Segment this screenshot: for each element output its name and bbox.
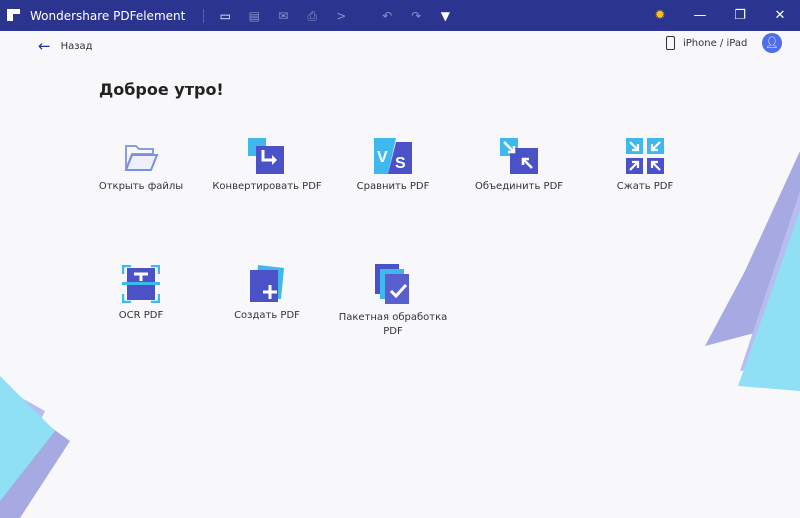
- tool-ocr[interactable]: OCR PDF: [78, 265, 204, 321]
- app-title: Wondershare PDFelement: [30, 8, 186, 23]
- tool-label: Конвертировать PDF: [212, 181, 322, 192]
- undo-icon[interactable]: ↶: [379, 8, 395, 24]
- close-button[interactable]: ✕: [760, 8, 800, 23]
- title-bar: Wondershare PDFelement ▭ ▤ ✉ ⎙ > ↶ ↷ ▼ ✹…: [0, 0, 800, 31]
- tool-compare[interactable]: VS Сравнить PDF: [330, 138, 456, 192]
- tool-label: Сжать PDF: [616, 181, 674, 192]
- print-icon[interactable]: ⎙: [304, 8, 320, 24]
- tool-open-files[interactable]: Открыть файлы: [78, 142, 204, 192]
- tool-label: Создать PDF: [234, 310, 300, 321]
- phone-icon: [666, 36, 675, 50]
- minimize-button[interactable]: —: [680, 8, 720, 23]
- tool-create[interactable]: Создать PDF: [204, 265, 330, 321]
- tool-compress[interactable]: Сжать PDF: [582, 138, 708, 192]
- theme-sun-icon[interactable]: ✹: [640, 8, 680, 23]
- ocr-icon: [122, 265, 160, 303]
- batch-icon: [375, 264, 409, 304]
- save-icon[interactable]: ▤: [246, 8, 262, 24]
- share-icon[interactable]: >: [333, 8, 349, 24]
- tool-label: Объединить PDF: [474, 181, 564, 192]
- svg-text:V: V: [377, 149, 388, 166]
- back-button[interactable]: ← Назад: [38, 37, 93, 55]
- tool-label: Пакетная обработка PDF: [338, 312, 448, 337]
- divider: [203, 8, 205, 23]
- tool-batch[interactable]: Пакетная обработка PDF: [330, 264, 456, 339]
- convert-icon: [248, 138, 284, 174]
- back-label: Назад: [60, 40, 93, 52]
- mail-icon[interactable]: ✉: [275, 8, 291, 24]
- device-label: iPhone / iPad: [683, 37, 748, 49]
- greeting: Доброе утро!: [99, 80, 224, 99]
- arrow-left-icon: ←: [38, 37, 51, 55]
- compare-icon: VS: [374, 138, 412, 174]
- tool-label: Сравнить PDF: [356, 181, 430, 192]
- dropdown-icon[interactable]: ▼: [437, 8, 453, 24]
- tool-label: OCR PDF: [118, 310, 164, 321]
- device-link[interactable]: iPhone / iPad: [666, 36, 747, 50]
- app-logo-icon: [7, 8, 23, 24]
- svg-text:S: S: [395, 155, 406, 172]
- folder-open-icon: [124, 145, 159, 171]
- merge-icon: [500, 138, 538, 174]
- user-icon: 👤︎: [765, 36, 779, 49]
- user-avatar[interactable]: 👤︎: [762, 33, 782, 53]
- tool-label: Открыть файлы: [98, 181, 184, 192]
- tool-merge[interactable]: Объединить PDF: [456, 138, 582, 192]
- maximize-button[interactable]: ❐: [720, 8, 760, 23]
- compress-icon: [626, 138, 664, 174]
- folder-icon[interactable]: ▭: [217, 8, 233, 24]
- redo-icon[interactable]: ↷: [408, 8, 424, 24]
- create-icon: [250, 265, 284, 302]
- tool-convert[interactable]: Конвертировать PDF: [204, 138, 330, 192]
